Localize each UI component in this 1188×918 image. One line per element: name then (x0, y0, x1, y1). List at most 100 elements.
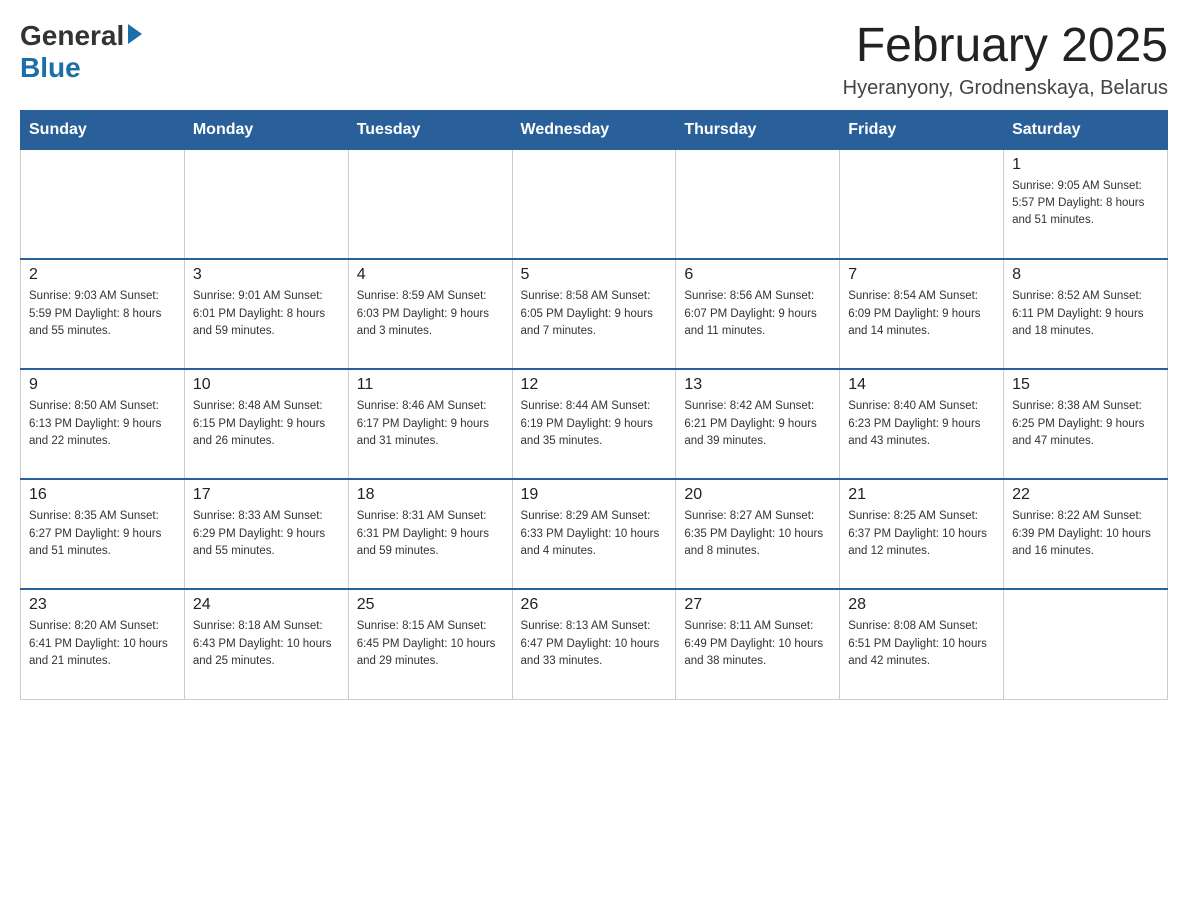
calendar-day-header: Monday (184, 110, 348, 149)
calendar-day-cell: 12 Sunrise: 8:44 AM Sunset: 6:19 PM Dayli… (512, 369, 676, 479)
calendar-day-header: Tuesday (348, 110, 512, 149)
day-info: Sunrise: 8:15 AM Sunset: 6:45 PM Dayligh… (357, 618, 504, 670)
calendar-day-cell: 26 Sunrise: 8:13 AM Sunset: 6:47 PM Dayli… (512, 589, 676, 699)
day-info: Sunrise: 9:03 AM Sunset: 5:59 PM Dayligh… (29, 288, 176, 340)
calendar-day-cell (676, 149, 840, 259)
day-number: 9 (29, 376, 176, 394)
day-number: 19 (521, 486, 668, 504)
calendar-day-cell: 2 Sunrise: 9:03 AM Sunset: 5:59 PM Daylig… (21, 259, 185, 369)
day-info: Sunrise: 8:48 AM Sunset: 6:15 PM Dayligh… (193, 398, 340, 450)
day-number: 4 (357, 266, 504, 284)
title-block: February 2025 Hyeranyony, Grodnenskaya, … (843, 20, 1168, 100)
day-info: Sunrise: 8:40 AM Sunset: 6:23 PM Dayligh… (848, 398, 995, 450)
day-info: Sunrise: 8:11 AM Sunset: 6:49 PM Dayligh… (684, 618, 831, 670)
calendar-day-cell: 14Sunrise: 8:40 AM Sunset: 6:23 PM Dayli… (840, 369, 1004, 479)
calendar-day-cell (348, 149, 512, 259)
calendar-day-header: Sunday (21, 110, 185, 149)
calendar-day-cell: 10 Sunrise: 8:48 AM Sunset: 6:15 PM Dayli… (184, 369, 348, 479)
day-number: 23 (29, 596, 176, 614)
day-info: Sunrise: 9:01 AM Sunset: 6:01 PM Dayligh… (193, 288, 340, 340)
day-number: 8 (1012, 266, 1159, 284)
day-info: Sunrise: 8:27 AM Sunset: 6:35 PM Dayligh… (684, 508, 831, 560)
calendar-day-cell: 28 Sunrise: 8:08 AM Sunset: 6:51 PM Dayli… (840, 589, 1004, 699)
day-info: Sunrise: 8:58 AM Sunset: 6:05 PM Dayligh… (521, 288, 668, 340)
day-info: Sunrise: 8:13 AM Sunset: 6:47 PM Dayligh… (521, 618, 668, 670)
calendar-day-cell: 27 Sunrise: 8:11 AM Sunset: 6:49 PM Dayli… (676, 589, 840, 699)
logo: General Blue (20, 20, 142, 84)
calendar-title: February 2025 (843, 20, 1168, 73)
calendar-day-cell: 5 Sunrise: 8:58 AM Sunset: 6:05 PM Daylig… (512, 259, 676, 369)
day-number: 6 (684, 266, 831, 284)
calendar-day-cell: 19 Sunrise: 8:29 AM Sunset: 6:33 PM Dayli… (512, 479, 676, 589)
calendar-week-row: 9 Sunrise: 8:50 AM Sunset: 6:13 PM Daylig… (21, 369, 1168, 479)
calendar-day-cell (184, 149, 348, 259)
calendar-day-cell (21, 149, 185, 259)
page-header: General Blue February 2025 Hyeranyony, G… (20, 20, 1168, 100)
day-info: Sunrise: 9:05 AM Sunset: 5:57 PM Dayligh… (1012, 178, 1159, 230)
day-number: 13 (684, 376, 831, 394)
day-number: 26 (521, 596, 668, 614)
day-info: Sunrise: 8:50 AM Sunset: 6:13 PM Dayligh… (29, 398, 176, 450)
calendar-day-cell: 1Sunrise: 9:05 AM Sunset: 5:57 PM Daylig… (1004, 149, 1168, 259)
logo-general-text: General (20, 20, 124, 52)
day-info: Sunrise: 8:38 AM Sunset: 6:25 PM Dayligh… (1012, 398, 1159, 450)
day-info: Sunrise: 8:25 AM Sunset: 6:37 PM Dayligh… (848, 508, 995, 560)
day-number: 25 (357, 596, 504, 614)
day-info: Sunrise: 8:54 AM Sunset: 6:09 PM Dayligh… (848, 288, 995, 340)
day-info: Sunrise: 8:20 AM Sunset: 6:41 PM Dayligh… (29, 618, 176, 670)
day-info: Sunrise: 8:08 AM Sunset: 6:51 PM Dayligh… (848, 618, 995, 670)
calendar-day-cell: 21 Sunrise: 8:25 AM Sunset: 6:37 PM Dayli… (840, 479, 1004, 589)
day-info: Sunrise: 8:46 AM Sunset: 6:17 PM Dayligh… (357, 398, 504, 450)
day-info: Sunrise: 8:35 AM Sunset: 6:27 PM Dayligh… (29, 508, 176, 560)
day-number: 24 (193, 596, 340, 614)
calendar-day-header: Saturday (1004, 110, 1168, 149)
day-info: Sunrise: 8:56 AM Sunset: 6:07 PM Dayligh… (684, 288, 831, 340)
calendar-day-cell (512, 149, 676, 259)
calendar-day-cell (1004, 589, 1168, 699)
day-info: Sunrise: 8:18 AM Sunset: 6:43 PM Dayligh… (193, 618, 340, 670)
calendar-day-cell: 24 Sunrise: 8:18 AM Sunset: 6:43 PM Dayli… (184, 589, 348, 699)
day-number: 5 (521, 266, 668, 284)
day-number: 12 (521, 376, 668, 394)
calendar-day-cell: 16 Sunrise: 8:35 AM Sunset: 6:27 PM Dayli… (21, 479, 185, 589)
calendar-day-cell: 8 Sunrise: 8:52 AM Sunset: 6:11 PM Daylig… (1004, 259, 1168, 369)
day-info: Sunrise: 8:31 AM Sunset: 6:31 PM Dayligh… (357, 508, 504, 560)
calendar-day-cell: 4 Sunrise: 8:59 AM Sunset: 6:03 PM Daylig… (348, 259, 512, 369)
calendar-day-cell: 25 Sunrise: 8:15 AM Sunset: 6:45 PM Dayli… (348, 589, 512, 699)
day-number: 27 (684, 596, 831, 614)
day-info: Sunrise: 8:52 AM Sunset: 6:11 PM Dayligh… (1012, 288, 1159, 340)
logo-blue-text: Blue (20, 52, 81, 84)
day-number: 21 (848, 486, 995, 504)
day-number: 22 (1012, 486, 1159, 504)
day-info: Sunrise: 8:29 AM Sunset: 6:33 PM Dayligh… (521, 508, 668, 560)
day-number: 18 (357, 486, 504, 504)
calendar-day-header: Thursday (676, 110, 840, 149)
day-info: Sunrise: 8:42 AM Sunset: 6:21 PM Dayligh… (684, 398, 831, 450)
calendar-day-cell: 17Sunrise: 8:33 AM Sunset: 6:29 PM Dayli… (184, 479, 348, 589)
calendar-day-cell: 9 Sunrise: 8:50 AM Sunset: 6:13 PM Daylig… (21, 369, 185, 479)
day-number: 17 (193, 486, 340, 504)
calendar-day-cell: 15 Sunrise: 8:38 AM Sunset: 6:25 PM Dayli… (1004, 369, 1168, 479)
calendar-week-row: 16 Sunrise: 8:35 AM Sunset: 6:27 PM Dayli… (21, 479, 1168, 589)
day-number: 16 (29, 486, 176, 504)
day-info: Sunrise: 8:22 AM Sunset: 6:39 PM Dayligh… (1012, 508, 1159, 560)
calendar-day-cell: 13 Sunrise: 8:42 AM Sunset: 6:21 PM Dayli… (676, 369, 840, 479)
calendar-day-cell: 7Sunrise: 8:54 AM Sunset: 6:09 PM Daylig… (840, 259, 1004, 369)
calendar-day-cell (840, 149, 1004, 259)
day-number: 3 (193, 266, 340, 284)
calendar-week-row: 1Sunrise: 9:05 AM Sunset: 5:57 PM Daylig… (21, 149, 1168, 259)
calendar-subtitle: Hyeranyony, Grodnenskaya, Belarus (843, 77, 1168, 100)
day-info: Sunrise: 8:59 AM Sunset: 6:03 PM Dayligh… (357, 288, 504, 340)
day-number: 10 (193, 376, 340, 394)
day-number: 2 (29, 266, 176, 284)
calendar-day-cell: 20Sunrise: 8:27 AM Sunset: 6:35 PM Dayli… (676, 479, 840, 589)
calendar-header-row: SundayMondayTuesdayWednesdayThursdayFrid… (21, 110, 1168, 149)
calendar-day-cell: 6 Sunrise: 8:56 AM Sunset: 6:07 PM Daylig… (676, 259, 840, 369)
day-number: 15 (1012, 376, 1159, 394)
day-info: Sunrise: 8:44 AM Sunset: 6:19 PM Dayligh… (521, 398, 668, 450)
calendar-day-header: Friday (840, 110, 1004, 149)
day-number: 11 (357, 376, 504, 394)
calendar-week-row: 2 Sunrise: 9:03 AM Sunset: 5:59 PM Daylig… (21, 259, 1168, 369)
day-number: 28 (848, 596, 995, 614)
calendar-day-header: Wednesday (512, 110, 676, 149)
